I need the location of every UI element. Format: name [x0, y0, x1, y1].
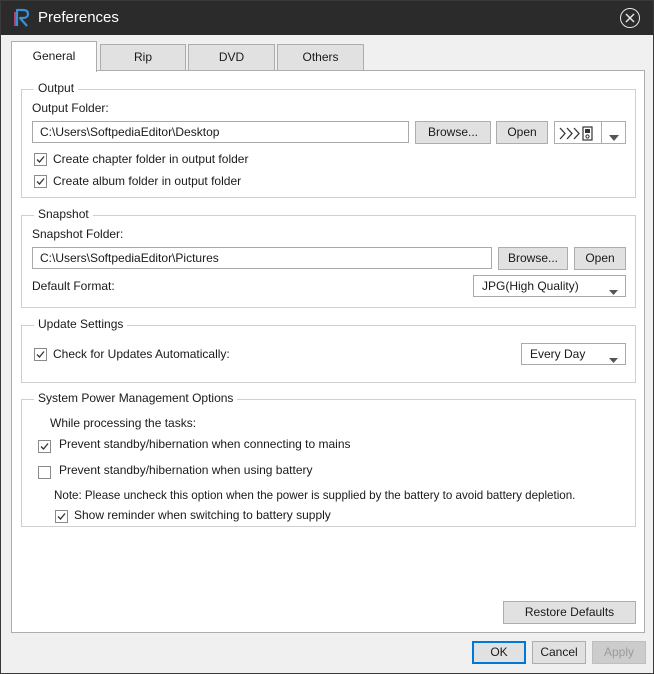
mains-label: Prevent standby/hibernation when connect… — [59, 437, 351, 451]
default-format-value: JPG(High Quality) — [482, 279, 579, 293]
update-legend: Update Settings — [34, 317, 128, 331]
power-intro-text: While processing the tasks: — [50, 416, 197, 430]
preferences-window: Preferences General Rip DVD Others Outpu… — [0, 0, 654, 674]
app-logo-icon — [13, 7, 33, 29]
close-icon[interactable] — [620, 8, 640, 28]
snapshot-legend: Snapshot — [34, 207, 93, 221]
chevron-down-icon — [609, 284, 618, 298]
restore-defaults-button[interactable]: Restore Defaults — [503, 601, 636, 624]
album-folder-label: Create album folder in output folder — [53, 174, 242, 188]
device-select[interactable] — [554, 121, 626, 144]
power-group: System Power Management Options While pr… — [21, 391, 636, 527]
reminder-label: Show reminder when switching to battery … — [74, 508, 331, 522]
title-bar[interactable]: Preferences — [1, 1, 653, 35]
output-open-button[interactable]: Open — [496, 121, 548, 144]
output-folder-label: Output Folder: — [32, 101, 109, 115]
update-group: Update Settings Check for Updates Automa… — [21, 317, 636, 383]
update-frequency-value: Every Day — [530, 347, 586, 361]
apply-button[interactable]: Apply — [592, 641, 646, 664]
auto-update-checkbox[interactable] — [34, 348, 47, 361]
tab-others[interactable]: Others — [277, 44, 364, 70]
output-legend: Output — [34, 81, 79, 95]
cancel-button[interactable]: Cancel — [532, 641, 586, 664]
general-panel: Output Output Folder: C:\Users\Softpedia… — [11, 70, 645, 633]
update-frequency-select[interactable]: Every Day — [521, 343, 626, 365]
album-folder-checkbox[interactable] — [34, 175, 47, 188]
output-group: Output Output Folder: C:\Users\Softpedia… — [21, 81, 636, 198]
ok-button[interactable]: OK — [472, 641, 526, 664]
chevron-down-icon — [609, 130, 619, 144]
snapshot-folder-input[interactable]: C:\Users\SoftpediaEditor\Pictures — [32, 247, 492, 269]
device-transfer-icon — [559, 126, 595, 144]
reminder-checkbox[interactable] — [55, 510, 68, 523]
tab-dvd[interactable]: DVD — [188, 44, 275, 70]
output-browse-button[interactable]: Browse... — [415, 121, 491, 144]
snapshot-group: Snapshot Snapshot Folder: C:\Users\Softp… — [21, 207, 636, 308]
tab-general[interactable]: General — [11, 41, 97, 72]
chapter-folder-label: Create chapter folder in output folder — [53, 152, 249, 166]
power-legend: System Power Management Options — [34, 391, 238, 405]
default-format-label: Default Format: — [32, 279, 115, 293]
device-divider — [601, 122, 602, 143]
output-folder-input[interactable]: C:\Users\SoftpediaEditor\Desktop — [32, 121, 409, 143]
chevron-down-icon — [609, 352, 618, 366]
snapshot-open-button[interactable]: Open — [574, 247, 626, 270]
window-title: Preferences — [38, 9, 119, 26]
default-format-select[interactable]: JPG(High Quality) — [473, 275, 626, 297]
chapter-folder-checkbox[interactable] — [34, 153, 47, 166]
snapshot-folder-label: Snapshot Folder: — [32, 227, 124, 241]
mains-checkbox[interactable] — [38, 440, 51, 453]
battery-checkbox[interactable] — [38, 466, 51, 479]
snapshot-browse-button[interactable]: Browse... — [498, 247, 568, 270]
battery-label: Prevent standby/hibernation when using b… — [59, 463, 313, 477]
auto-update-label: Check for Updates Automatically: — [53, 347, 230, 361]
battery-note: Note: Please uncheck this option when th… — [54, 489, 576, 502]
tab-rip[interactable]: Rip — [100, 44, 186, 70]
